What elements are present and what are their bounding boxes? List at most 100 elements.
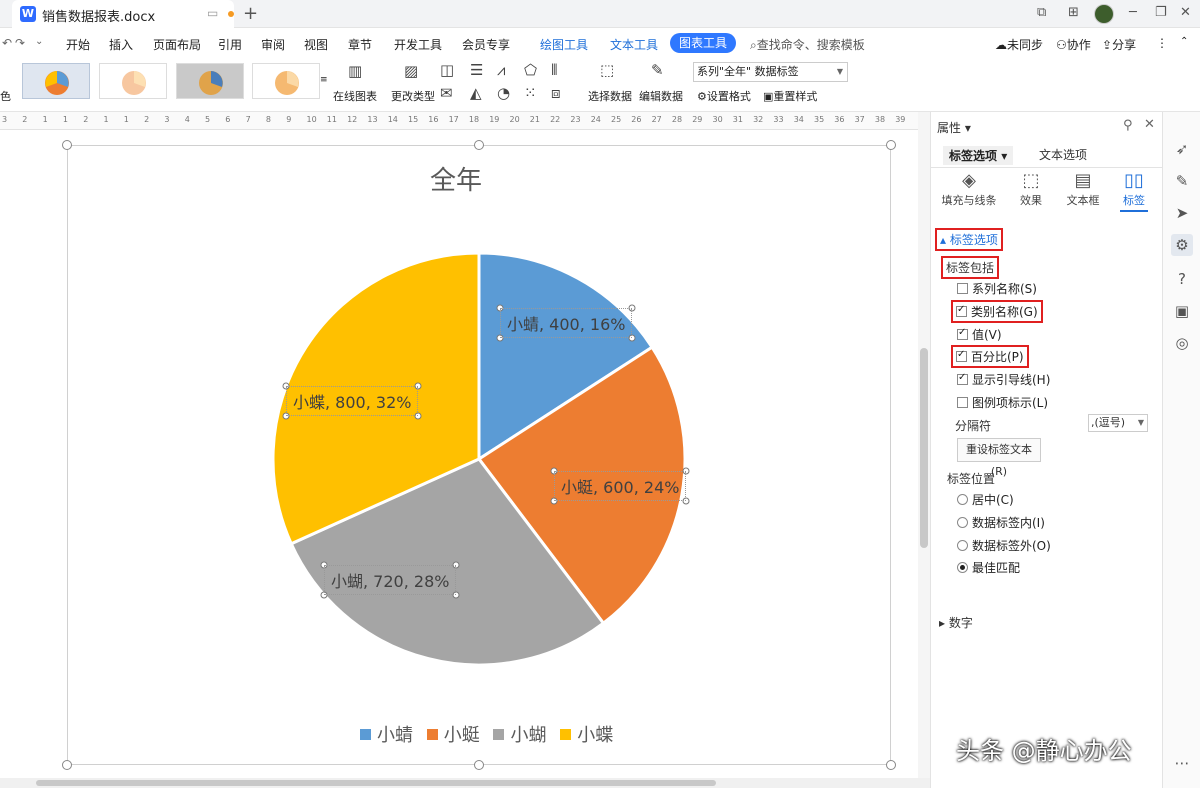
command-search[interactable]: ⌕查找命令、搜索模板 xyxy=(750,36,865,53)
data-label-0[interactable]: 小蜻, 400, 16% xyxy=(500,308,633,338)
area-chart-icon[interactable]: ◭ xyxy=(470,84,482,102)
location-icon[interactable]: ◎ xyxy=(1171,332,1193,354)
checkbox[interactable] xyxy=(956,304,967,317)
radio-inside-end[interactable]: 数据标签内(I) xyxy=(957,514,1045,531)
reset-style-button[interactable]: ▣重置样式 xyxy=(763,88,817,104)
collapse-ribbon-icon[interactable]: ⌃ xyxy=(1180,36,1188,47)
tab-textbox[interactable]: ▤ 文本框 xyxy=(1055,170,1111,208)
tab-effects[interactable]: ⬚ 效果 xyxy=(1003,170,1059,208)
help-icon[interactable]: ? xyxy=(1171,268,1193,290)
checkbox[interactable] xyxy=(957,327,968,340)
menu-insert[interactable]: 插入 xyxy=(109,36,133,53)
chart-style-thumb-3[interactable] xyxy=(176,63,244,99)
radio[interactable] xyxy=(957,494,968,505)
number-section[interactable]: ▸ 数字 xyxy=(939,614,973,631)
checkbox-series-name[interactable]: 系列名称(S) xyxy=(957,280,1037,297)
quick-access-chevron-icon[interactable]: ⌄ xyxy=(35,36,43,47)
styles-more-icon[interactable]: ≡ xyxy=(320,75,328,85)
series-element-select[interactable]: 系列"全年" 数据标签 ▼ xyxy=(693,62,848,82)
menu-member[interactable]: 会员专享 xyxy=(462,36,510,53)
sync-button[interactable]: ☁未同步 xyxy=(995,36,1043,53)
radio[interactable] xyxy=(957,540,968,551)
menu-review[interactable]: 审阅 xyxy=(261,36,285,53)
checkbox[interactable] xyxy=(956,349,967,362)
image-tool-icon[interactable]: ▣ xyxy=(1171,300,1193,322)
online-chart-button[interactable]: 在线图表 xyxy=(333,88,377,104)
scrollbar-thumb[interactable] xyxy=(36,780,716,786)
new-tab-plus-icon[interactable]: + xyxy=(243,3,258,24)
checkbox-legend-key[interactable]: 图例项标示(L) xyxy=(957,394,1048,411)
collab-button[interactable]: ⚇协作 xyxy=(1056,36,1091,53)
layout-icon[interactable]: ⧉ xyxy=(1037,5,1046,20)
separator-select[interactable]: ,(逗号) ▼ xyxy=(1088,414,1148,432)
checkbox[interactable] xyxy=(957,283,968,294)
checkbox-value[interactable]: 值(V) xyxy=(957,326,1002,343)
scatter-chart-icon[interactable]: ⁙ xyxy=(524,84,537,102)
menu-references[interactable]: 引用 xyxy=(218,36,242,53)
radar-chart-icon[interactable]: ⬠ xyxy=(524,61,537,79)
line-chart-icon[interactable]: ⩘ xyxy=(497,61,505,79)
checkbox[interactable] xyxy=(957,372,968,385)
menu-chart-tools[interactable]: 图表工具 xyxy=(670,33,736,53)
chart-legend[interactable]: 小蜻 小蜓 小蝴 小蝶 xyxy=(360,721,621,747)
grid-icon[interactable]: ⊞ xyxy=(1068,5,1079,20)
close-icon[interactable]: ✕ xyxy=(1180,5,1191,20)
reset-label-text-button[interactable]: 重设标签文本(R) xyxy=(957,438,1041,478)
settings-sliders-icon[interactable]: ⚙ xyxy=(1171,234,1193,256)
envelope-chart-icon[interactable]: ✉ xyxy=(440,84,453,102)
vertical-scrollbar[interactable] xyxy=(918,112,930,778)
more-menu-icon[interactable]: ⋮ xyxy=(1156,36,1168,50)
tab-text-options[interactable]: 文本选项 xyxy=(1039,146,1087,163)
edit-data-button[interactable]: 编辑数据 xyxy=(639,88,683,104)
data-label-1[interactable]: 小蜓, 600, 24% xyxy=(554,471,687,501)
checkbox-leader-lines[interactable]: 显示引导线(H) xyxy=(957,371,1050,388)
radio[interactable] xyxy=(957,517,968,528)
set-format-button[interactable]: ⚙设置格式 xyxy=(697,88,751,104)
redo-icon[interactable]: ↷ xyxy=(15,36,25,50)
horizontal-scrollbar[interactable] xyxy=(0,778,930,788)
menu-developer[interactable]: 开发工具 xyxy=(394,36,442,53)
chart-style-thumb-2[interactable] xyxy=(99,63,167,99)
radio-best-fit[interactable]: 最佳匹配 xyxy=(957,559,1020,576)
menu-view[interactable]: 视图 xyxy=(304,36,328,53)
data-label-3[interactable]: 小蝶, 800, 32% xyxy=(286,386,419,416)
checkbox[interactable] xyxy=(957,397,968,408)
undo-icon[interactable]: ↶ xyxy=(2,36,12,50)
radio[interactable] xyxy=(957,562,968,573)
chart-style-thumb-4[interactable] xyxy=(252,63,320,99)
chart-style-thumb-1[interactable] xyxy=(22,63,90,99)
pin-icon[interactable]: ⚲ xyxy=(1123,118,1133,133)
avatar[interactable] xyxy=(1094,4,1114,24)
menu-home[interactable]: 开始 xyxy=(66,36,90,53)
pie-chart-icon[interactable]: ◔ xyxy=(497,84,510,102)
menu-page-layout[interactable]: 页面布局 xyxy=(153,36,201,53)
radio-center[interactable]: 居中(C) xyxy=(957,491,1014,508)
tab-fill-line[interactable]: ◈ 填充与线条 xyxy=(941,170,997,208)
share-button[interactable]: ⇪分享 xyxy=(1102,36,1136,53)
bar-chart-icon[interactable]: ☰ xyxy=(470,61,483,79)
panel-header[interactable]: 属性 ▾ xyxy=(937,119,971,136)
data-label-2[interactable]: 小蝴, 720, 28% xyxy=(324,565,457,595)
checkbox-percentage[interactable]: 百分比(P) xyxy=(951,345,1029,368)
radio-outside-end[interactable]: 数据标签外(O) xyxy=(957,537,1051,554)
select-data-button[interactable]: 选择数据 xyxy=(588,88,632,104)
checkbox-category-name[interactable]: 类别名称(G) xyxy=(951,300,1043,323)
scrollbar-thumb[interactable] xyxy=(920,348,928,548)
stock-chart-icon[interactable]: ⦀ xyxy=(551,61,558,79)
restore-icon[interactable]: ❐ xyxy=(1155,5,1167,20)
color-label[interactable]: 色 xyxy=(0,88,11,104)
more-icon[interactable]: ⋯ xyxy=(1171,752,1193,774)
menu-text-tools[interactable]: 文本工具 xyxy=(610,36,658,53)
combo-chart-icon[interactable]: ⧈ xyxy=(551,84,561,102)
rocket-icon[interactable]: ➶ xyxy=(1171,138,1193,160)
menu-drawing-tools[interactable]: 绘图工具 xyxy=(540,36,588,53)
document-tab[interactable]: W 销售数据报表.docx ▭ xyxy=(12,0,234,28)
close-icon[interactable]: ✕ xyxy=(1144,117,1155,132)
minimize-icon[interactable]: ─ xyxy=(1129,5,1137,20)
label-options-section[interactable]: ▴ 标签选项 xyxy=(935,228,1003,251)
column-chart-icon[interactable]: ◫ xyxy=(440,61,454,79)
cursor-icon[interactable]: ➤ xyxy=(1171,202,1193,224)
tab-label-options[interactable]: 标签选项 ▾ xyxy=(943,146,1014,165)
pen-icon[interactable]: ✎ xyxy=(1171,170,1193,192)
menu-section[interactable]: 章节 xyxy=(348,36,372,53)
